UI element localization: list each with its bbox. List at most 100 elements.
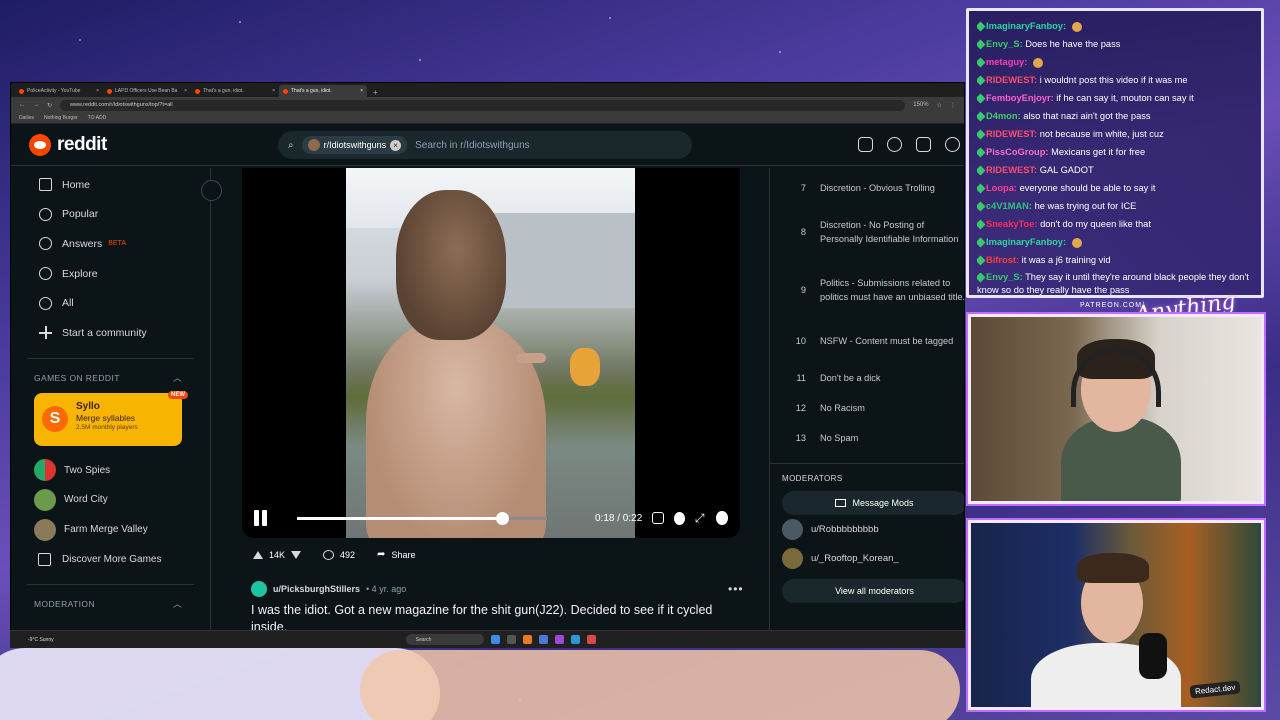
zoom-badge[interactable]: 150% <box>913 102 928 108</box>
app-icon[interactable] <box>586 635 596 644</box>
close-icon[interactable]: × <box>184 88 187 94</box>
search-input[interactable]: Search in r/Idiotswithguns <box>415 140 530 151</box>
sidebar-item-start-community[interactable]: Start a community <box>11 318 210 348</box>
app-icon[interactable] <box>554 635 564 644</box>
message-mods-button[interactable]: Message Mods <box>782 491 964 515</box>
chat-username[interactable]: c4V1MAN: <box>986 201 1032 211</box>
rule-item[interactable]: 13 No Spam <box>770 423 964 453</box>
app-icon[interactable] <box>570 635 580 644</box>
weather-widget[interactable]: -9°C Sunny <box>28 637 54 643</box>
app-icon[interactable] <box>522 635 532 644</box>
comments-button[interactable]: 492 <box>317 546 361 564</box>
moderator-item[interactable]: u/_Rooftop_Korean_ <box>770 544 964 573</box>
downvote-icon[interactable] <box>291 550 302 559</box>
author-link[interactable]: u/PicksburghStillers <box>273 584 360 594</box>
chat-username[interactable]: RIDEWEST: <box>986 75 1037 85</box>
rule-item[interactable]: 10 NSFW - Content must be tagged <box>770 319 964 363</box>
view-all-moderators-button[interactable]: View all moderators <box>782 579 964 603</box>
chat-icon[interactable] <box>887 137 902 152</box>
app-icon[interactable] <box>538 635 548 644</box>
game-label: Two Spies <box>64 464 111 476</box>
game-item-discover-more[interactable]: Discover More Games <box>11 544 210 574</box>
featured-game-card[interactable]: S Syllo Merge syllables 2.5M monthly pla… <box>34 390 188 446</box>
browser-tab[interactable]: LAPD Officers Use Bean Ba × <box>103 85 191 97</box>
chip-label: r/Idiotswithguns <box>323 140 387 150</box>
rule-item[interactable]: 12 No Racism <box>770 393 964 423</box>
new-tab-button[interactable]: + <box>367 88 384 97</box>
chat-username[interactable]: metaguy: <box>986 57 1027 67</box>
clear-icon[interactable]: × <box>390 139 402 151</box>
browser-tab[interactable]: PoliceActivity - YouTube × <box>15 85 103 97</box>
create-post-icon[interactable] <box>916 137 931 152</box>
moderator-item[interactable]: u/Robbbbbbbbb <box>770 515 964 544</box>
chat-username[interactable]: D4mon: <box>986 111 1021 121</box>
advertise-icon[interactable] <box>858 137 873 152</box>
chat-username[interactable]: Loopa: <box>986 183 1017 193</box>
chat-username[interactable]: ImaginaryFanboy: <box>986 237 1066 247</box>
share-button[interactable]: ➦ Share <box>371 545 421 564</box>
bookmark-item[interactable]: TO ADD <box>88 115 107 121</box>
rule-item[interactable]: 8 Discretion - No Posting of Personally I… <box>770 203 964 261</box>
app-icon[interactable] <box>506 635 516 644</box>
reload-icon[interactable]: ↻ <box>47 102 52 109</box>
subreddit-chip[interactable]: r/Idiotswithguns × <box>301 136 408 154</box>
menu-icon[interactable]: ⋮ <box>950 102 956 109</box>
forward-icon[interactable]: → <box>33 102 39 108</box>
browser-tab-active[interactable]: That's a gun, idiot. × <box>279 85 367 97</box>
reddit-logo[interactable]: reddit <box>29 133 107 156</box>
rule-item[interactable]: 7 Discretion - Obvious Trolling <box>770 174 964 203</box>
close-icon[interactable]: × <box>96 88 99 94</box>
volume-icon[interactable] <box>716 511 728 525</box>
bookmark-item[interactable]: Nothing Burger <box>44 115 78 121</box>
back-icon[interactable]: ← <box>19 102 25 108</box>
chat-username[interactable]: SneakyToe: <box>986 219 1038 229</box>
avatar[interactable] <box>251 581 267 597</box>
url-input[interactable]: www.reddit.com/r/Idiotswithguns/top/?t=a… <box>60 99 906 111</box>
seek-bar[interactable] <box>297 511 547 525</box>
settings-gear-icon[interactable] <box>674 511 685 525</box>
chat-username[interactable]: RIDEWEST: <box>986 165 1037 175</box>
close-icon[interactable]: × <box>272 88 275 94</box>
rule-item[interactable]: 11 Don't be a dick <box>770 363 964 393</box>
chat-username[interactable]: FemboyEnjoyr: <box>986 93 1054 103</box>
fullscreen-icon[interactable]: ⤢ <box>695 512 707 524</box>
captions-icon[interactable] <box>652 512 665 524</box>
sidebar-item-popular[interactable]: Popular <box>11 200 210 230</box>
more-options-icon[interactable]: ••• <box>728 582 744 596</box>
game-item-two-spies[interactable]: Two Spies <box>11 456 210 486</box>
game-item-farm-merge-valley[interactable]: Farm Merge Valley <box>11 515 210 545</box>
chat-username[interactable]: PissCoGroup: <box>986 147 1049 157</box>
bookmark-star-icon[interactable]: ☆ <box>937 102 942 109</box>
sidebar-item-explore[interactable]: Explore <box>11 259 210 289</box>
chat-username[interactable]: Envy_S: <box>986 272 1023 282</box>
start-icon[interactable] <box>490 635 500 644</box>
chat-username[interactable]: RIDEWEST: <box>986 129 1037 139</box>
rule-item[interactable]: 9 Politics - Submissions related to polit… <box>770 261 964 319</box>
chat-message: metaguy: <box>977 53 1253 71</box>
notification-bell-icon[interactable] <box>945 137 960 152</box>
browser-tab[interactable]: That's a gun, idiot. × <box>191 85 279 97</box>
game-item-word-city[interactable]: Word City <box>11 485 210 515</box>
games-section-header[interactable]: GAMES ON REDDIT ︿ <box>11 369 210 387</box>
sidebar-item-answers[interactable]: Answers BETA <box>11 229 210 259</box>
taskbar-search[interactable]: Search <box>405 634 484 645</box>
search-bar[interactable]: ⌕ r/Idiotswithguns × Search in r/Idiotswi… <box>278 131 692 159</box>
close-icon[interactable]: × <box>360 88 363 94</box>
sidebar-item-all[interactable]: All <box>11 288 210 318</box>
collapse-sidebar-button[interactable] <box>201 180 222 201</box>
chat-username[interactable]: Bifrost: <box>986 255 1019 265</box>
chat-username[interactable]: Envy_S: <box>986 39 1023 49</box>
chat-username[interactable]: ImaginaryFanboy: <box>986 21 1066 31</box>
pause-button[interactable] <box>254 510 267 526</box>
sidebar-item-home[interactable]: Home <box>11 170 210 200</box>
sidebar-item-label: Home <box>62 178 91 191</box>
seek-handle[interactable] <box>496 511 509 525</box>
sidebar-item-label: Popular <box>62 208 99 221</box>
video-player[interactable]: 0:18 / 0:22 ⤢ <box>242 168 740 538</box>
moderation-section-header[interactable]: MODERATION ︿ <box>11 595 210 613</box>
rule-text: NSFW - Content must be tagged <box>820 335 954 346</box>
bookmark-item[interactable]: Dailies <box>19 115 34 121</box>
bookmarks-bar: Dailies Nothing Burger TO ADD <box>11 113 964 124</box>
right-sidebar: 7 Discretion - Obvious Trolling 8 Discreti… <box>769 168 964 647</box>
upvote-icon[interactable] <box>253 550 263 559</box>
